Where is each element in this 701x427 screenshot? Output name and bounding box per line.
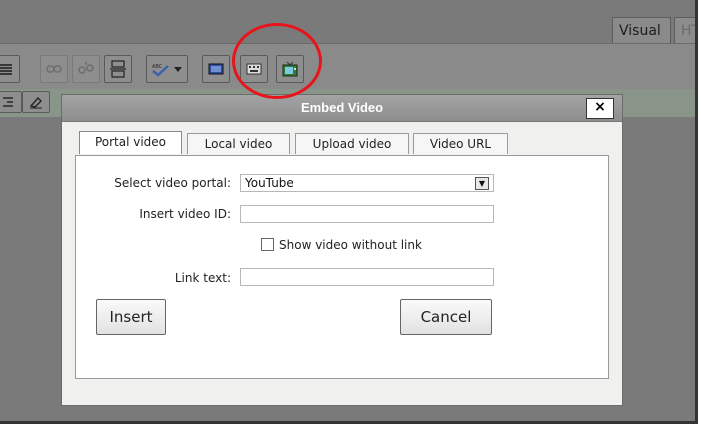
editor-toolbar-row-1: ABC bbox=[0, 43, 695, 90]
portal-label: Select video portal: bbox=[114, 176, 231, 190]
unlink-icon[interactable] bbox=[72, 55, 100, 83]
insert-button[interactable]: Insert bbox=[96, 299, 166, 335]
align-justify-icon[interactable] bbox=[0, 55, 20, 83]
close-button[interactable]: × bbox=[586, 98, 614, 119]
link-icon[interactable] bbox=[40, 55, 68, 83]
tab-upload-video[interactable]: Upload video bbox=[295, 133, 409, 154]
tab-visual[interactable]: Visual bbox=[612, 17, 671, 44]
highlight-circle bbox=[232, 23, 322, 99]
dialog-title: Embed Video bbox=[62, 95, 622, 122]
tab-portal-video[interactable]: Portal video bbox=[79, 131, 182, 154]
video-portal-value: YouTube bbox=[245, 176, 294, 190]
svg-text:ABC: ABC bbox=[152, 64, 163, 70]
indent-icon[interactable] bbox=[0, 91, 22, 113]
spellcheck-icon[interactable]: ABC bbox=[146, 55, 188, 83]
tab-local-video[interactable]: Local video bbox=[187, 133, 290, 154]
editor-tab-bar: Visual HT bbox=[0, 0, 695, 44]
cancel-button[interactable]: Cancel bbox=[400, 299, 492, 335]
video-id-label: Insert video ID: bbox=[139, 207, 231, 221]
embed-video-dialog: Embed Video × Portal video Local video U… bbox=[61, 94, 623, 406]
tab-html[interactable]: HT bbox=[674, 17, 695, 44]
page-break-icon[interactable] bbox=[104, 55, 132, 83]
show-without-link-label: Show video without link bbox=[279, 238, 422, 252]
tab-video-url[interactable]: Video URL bbox=[413, 133, 508, 154]
eraser-icon[interactable] bbox=[22, 91, 50, 113]
portal-video-panel: Select video portal: YouTube ▼ Insert vi… bbox=[75, 155, 609, 379]
show-without-link-checkbox[interactable] bbox=[261, 238, 274, 251]
link-text-label: Link text: bbox=[174, 271, 231, 285]
chevron-down-icon: ▼ bbox=[475, 177, 489, 190]
video-portal-select[interactable]: YouTube ▼ bbox=[240, 174, 494, 192]
fullscreen-icon[interactable] bbox=[202, 55, 230, 83]
video-id-input[interactable] bbox=[240, 205, 494, 223]
link-text-input[interactable] bbox=[240, 268, 494, 286]
